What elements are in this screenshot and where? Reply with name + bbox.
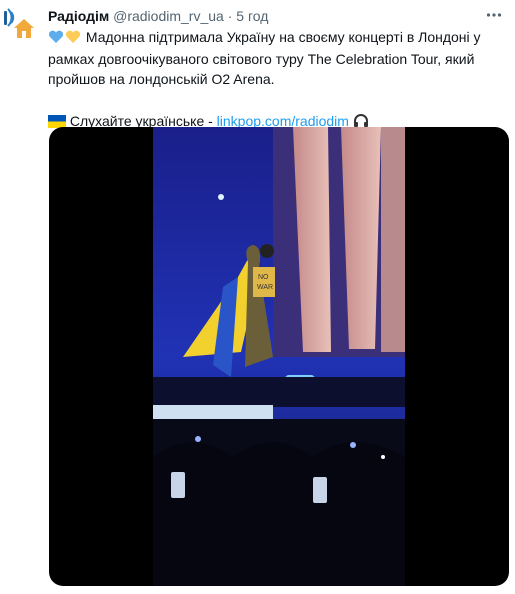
tweet-text: Мадонна підтримала Україну на своєму кон…: [48, 27, 506, 133]
author-handle[interactable]: @radiodim_rv_ua: [113, 8, 224, 24]
author-avatar[interactable]: [2, 4, 40, 42]
blue-yellow-hearts-icon: [48, 29, 82, 49]
tweet-header: Радіодім @radiodim_rv_ua · 5 год: [48, 7, 268, 25]
tweet-media[interactable]: NO WAR: [49, 127, 509, 586]
tweet-timestamp[interactable]: 5 год: [236, 8, 268, 24]
concert-video-frame[interactable]: NO WAR: [153, 127, 405, 586]
tweet[interactable]: Радіодім @radiodim_rv_ua · 5 год Мадонна…: [0, 0, 515, 594]
shirt-text-no: NO: [258, 274, 269, 281]
author-name[interactable]: Радіодім: [48, 8, 109, 24]
more-options-button[interactable]: [481, 2, 507, 28]
more-horizontal-icon: [486, 13, 502, 17]
tweet-body: Мадонна підтримала Україну на своєму кон…: [48, 29, 481, 87]
radiodim-logo-icon: [2, 4, 40, 42]
header-separator: ·: [227, 8, 233, 24]
shirt-text-war: WAR: [257, 284, 273, 291]
tweet-paragraph: Мадонна підтримала Україну на своєму кон…: [48, 27, 506, 89]
